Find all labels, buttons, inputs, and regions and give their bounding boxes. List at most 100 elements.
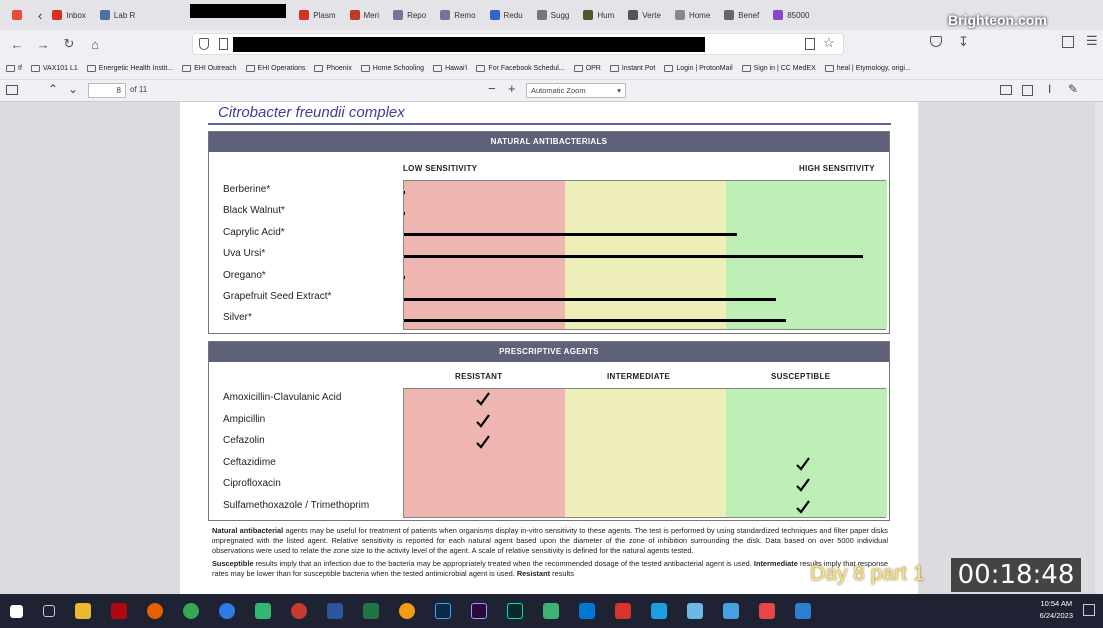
system-clock[interactable]: 10:54 AM 6/24/2023 — [1040, 598, 1073, 622]
browser-tab[interactable] — [6, 4, 32, 26]
app-icon[interactable] — [399, 603, 415, 619]
draw-icon[interactable]: ✎ — [1068, 82, 1078, 96]
browser-tab[interactable]: Plasm — [293, 4, 341, 26]
folder-icon — [609, 65, 619, 72]
acrobat-icon[interactable] — [615, 603, 631, 619]
shield-icon — [199, 38, 209, 50]
notification-icon[interactable] — [1083, 604, 1095, 616]
bookmark-item[interactable]: EHI Outreach — [182, 65, 237, 72]
audition-icon[interactable] — [507, 603, 523, 619]
pdf-viewer[interactable]: Citrobacter freundii complex NATURAL ANT… — [0, 102, 1103, 594]
file-explorer-icon[interactable] — [75, 603, 91, 619]
browser-tab[interactable]: Verte — [622, 4, 667, 26]
checkmark-icon — [476, 392, 490, 406]
bookmark-item[interactable]: Sign in | CC MedEX — [741, 65, 816, 72]
zoom-select[interactable]: Automatic Zoom ▾ — [526, 83, 626, 98]
bookmark-item[interactable]: VAX101 L1 — [30, 65, 78, 72]
task-view-icon[interactable] — [43, 605, 55, 617]
reader-view-icon[interactable] — [805, 38, 815, 50]
bookmark-item[interactable]: Hawai'i — [433, 65, 467, 72]
bookmark-label: VAX101 L1 — [42, 65, 78, 72]
next-page-icon[interactable]: ⌄ — [68, 82, 78, 96]
browser-tab[interactable]: Benef — [718, 4, 765, 26]
menu-icon[interactable]: ☰ — [1086, 33, 1098, 49]
print-icon[interactable] — [1000, 85, 1012, 95]
photoshop-icon[interactable] — [435, 603, 451, 619]
word-icon[interactable] — [327, 603, 343, 619]
browser-tab[interactable]: Remo — [434, 4, 481, 26]
checkmark-icon — [476, 413, 490, 428]
organism-title: Citrobacter freundii complex — [218, 104, 405, 121]
browser-tab[interactable]: Sugg — [531, 4, 576, 26]
page-number-input[interactable]: 8 — [88, 83, 126, 98]
browser-tab[interactable]: Hum — [577, 4, 620, 26]
bookmark-item[interactable]: Energetic Health Instit... — [86, 65, 173, 72]
natural-agent-label: Oregano* — [223, 269, 266, 281]
tab-scroll-left-icon[interactable]: ‹ — [38, 8, 42, 23]
url-bar[interactable]: ☆ — [192, 33, 844, 55]
bookmark-item[interactable]: If — [6, 65, 22, 72]
photos-icon[interactable] — [579, 603, 595, 619]
extensions-icon[interactable] — [1062, 36, 1074, 48]
tab-label: Redu — [503, 10, 523, 20]
browser-tab[interactable]: Repo — [387, 4, 432, 26]
sensitivity-bar — [404, 297, 776, 301]
excel-icon[interactable] — [363, 603, 379, 619]
browser-tab[interactable]: Inbox — [46, 4, 92, 26]
bookmark-item[interactable]: Phoenix — [314, 65, 352, 72]
bookmark-star-icon[interactable]: ☆ — [823, 35, 835, 51]
browser-tab[interactable]: Lab R — [94, 4, 141, 26]
bookmark-item[interactable]: Home Schooling — [360, 65, 424, 72]
scrollbar[interactable] — [1095, 102, 1103, 594]
reload-icon[interactable]: ↻ — [56, 36, 82, 52]
episode-label: Day 8 part 1 — [810, 562, 925, 585]
save-icon[interactable] — [1022, 85, 1033, 96]
paint-icon[interactable] — [651, 603, 667, 619]
browser-tab[interactable]: Meri — [344, 4, 386, 26]
bookmark-item[interactable]: For Facebook Schedul... — [476, 65, 565, 72]
susceptible-column-header: SUSCEPTIBLE — [771, 372, 831, 381]
checkmark-icon — [476, 435, 490, 449]
home-icon[interactable]: ⌂ — [82, 37, 108, 52]
redacted-tab[interactable] — [190, 4, 286, 18]
premiere-icon[interactable] — [471, 603, 487, 619]
pdf-toolbar: ⌃ ⌄ 8 of 11 − + Automatic Zoom ▾ I ✎ — [0, 80, 1103, 102]
remote-app-icon[interactable] — [795, 603, 811, 619]
prescriptive-agents-heading: PRESCRIPTIVE AGENTS — [209, 342, 889, 362]
chrome-icon[interactable] — [183, 603, 199, 619]
pocket-icon[interactable] — [930, 36, 942, 47]
browser-icon[interactable] — [219, 603, 235, 619]
back-icon[interactable]: ← — [4, 37, 30, 52]
browser-tab[interactable]: Home — [669, 4, 716, 26]
bookmark-item[interactable]: EHI Operations — [245, 65, 305, 72]
footnote-natural: Natural antibacterial agents may be usef… — [212, 526, 888, 555]
firefox-icon[interactable] — [147, 603, 163, 619]
netflix-icon[interactable] — [111, 603, 127, 619]
windows-start-icon[interactable] — [10, 604, 23, 618]
browser-tab[interactable]: Redu — [484, 4, 529, 26]
tab-label: Home — [688, 10, 711, 20]
zoom-select-value: Automatic Zoom — [531, 86, 586, 95]
zoom-out-icon[interactable]: − — [488, 81, 496, 96]
previous-page-icon[interactable]: ⌃ — [48, 82, 58, 96]
tool-icon[interactable] — [687, 603, 703, 619]
zoom-in-icon[interactable]: + — [508, 81, 516, 96]
notepad-icon[interactable] — [723, 603, 739, 619]
tab-label: Lab R — [113, 10, 136, 20]
forward-icon[interactable]: → — [30, 37, 56, 52]
camtasia-icon[interactable] — [543, 603, 559, 619]
red-app-icon[interactable] — [759, 603, 775, 619]
sidebar-toggle-icon[interactable] — [6, 85, 18, 95]
browser-tab[interactable]: 85000 — [767, 4, 815, 26]
bookmark-item[interactable]: heal | Etymology, origi... — [824, 65, 911, 72]
bookmark-item[interactable]: Login | ProtonMail — [664, 65, 733, 72]
green-app-icon[interactable] — [255, 603, 271, 619]
bookmark-item[interactable]: Instant Pot — [609, 65, 655, 72]
media-app-icon[interactable] — [291, 603, 307, 619]
download-icon[interactable]: ↧ — [958, 34, 969, 50]
susceptible-zone — [726, 389, 887, 517]
low-sensitivity-label: LOW SENSITIVITY — [403, 164, 478, 173]
prescriptive-agents-panel: PRESCRIPTIVE AGENTS RESISTANT INTERMEDIA… — [208, 341, 890, 521]
bookmark-item[interactable]: OPR — [573, 65, 601, 72]
text-cursor-icon[interactable]: I — [1048, 82, 1051, 96]
